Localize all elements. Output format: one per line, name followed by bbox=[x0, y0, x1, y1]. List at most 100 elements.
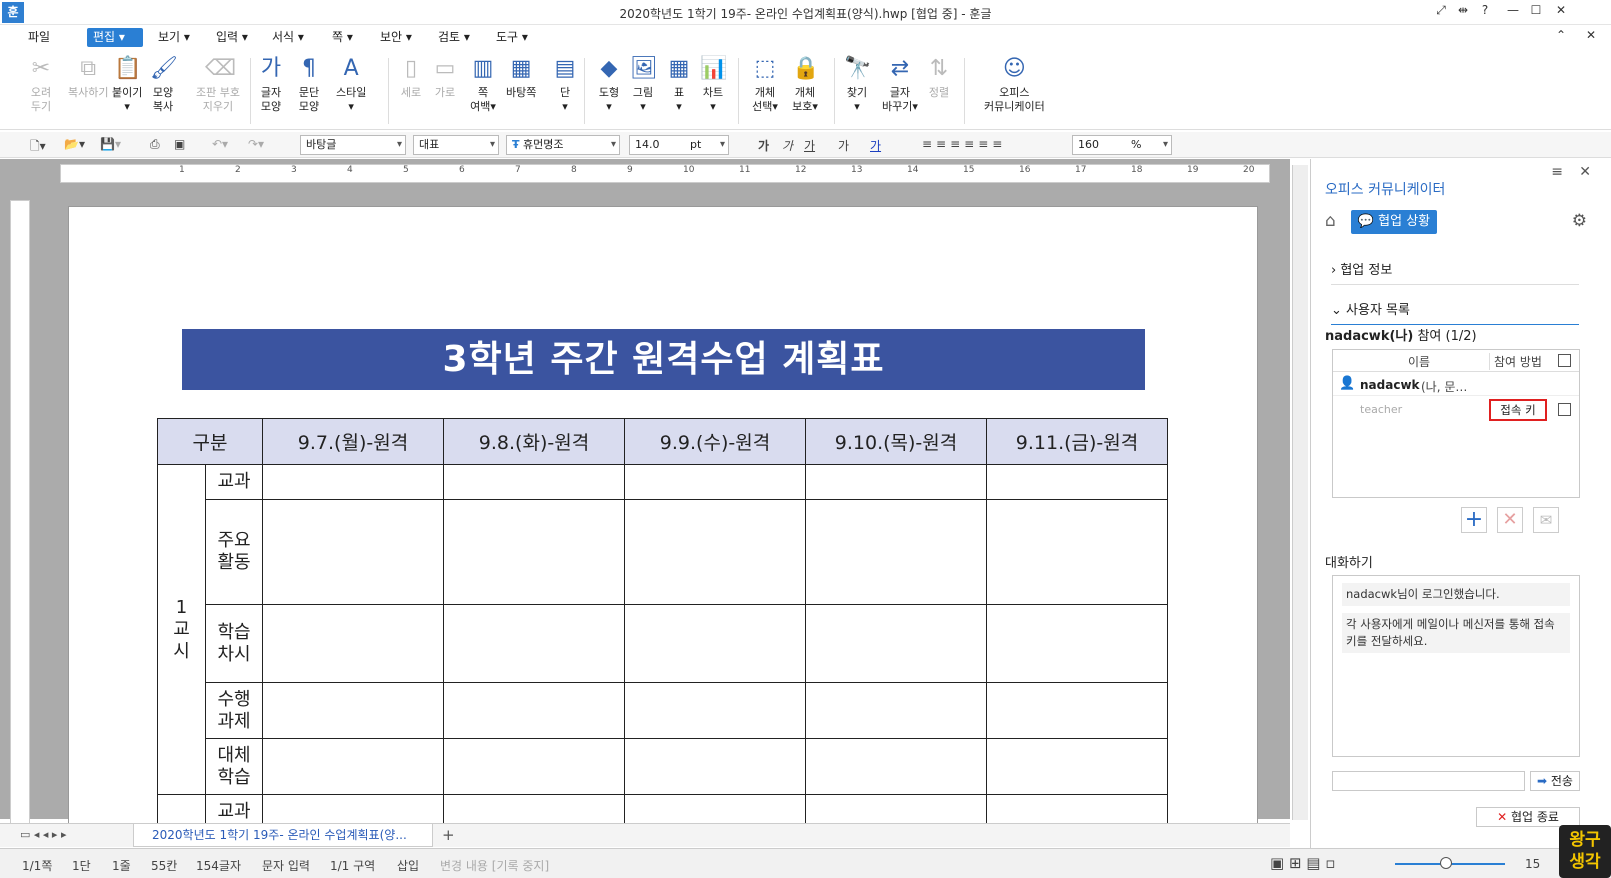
chat-log[interactable]: nadacwk님이 로그인했습니다. 각 사용자에게 메일이나 메신저를 통해 … bbox=[1332, 575, 1580, 757]
ribbon-button-horizontal-page[interactable]: ▭ 가로 bbox=[432, 56, 458, 100]
font-combo[interactable]: Ŧ 휴먼명조 bbox=[506, 135, 620, 155]
schedule-table[interactable]: 구분 9.7.(월)-원격 9.8.(화)-원격 9.9.(수)-원격 9.10… bbox=[157, 418, 1168, 830]
access-key-button[interactable]: 접속 키 bbox=[1489, 399, 1547, 421]
ribbon-button-select-object[interactable]: ⬚ 개체 선택▾ bbox=[752, 56, 778, 114]
zoom-slider-thumb[interactable] bbox=[1440, 857, 1452, 869]
menu-insert[interactable]: 입력 ▾ bbox=[210, 28, 254, 47]
ribbon-button-char-shape[interactable]: 가 글자 모양 bbox=[258, 56, 284, 114]
redo-icon[interactable]: ↷▾ bbox=[248, 137, 264, 151]
status-input-mode[interactable]: 문자 입력 bbox=[262, 857, 310, 874]
end-collab-button[interactable]: ✕ 협업 종료 bbox=[1476, 807, 1580, 827]
table-cell[interactable] bbox=[805, 604, 987, 683]
close-icon[interactable]: ✕ bbox=[1550, 3, 1572, 17]
home-icon[interactable]: ⌂ bbox=[1325, 211, 1336, 231]
table-cell[interactable] bbox=[986, 738, 1168, 795]
panel-menu-icon[interactable]: ≡ bbox=[1551, 164, 1563, 180]
chat-input[interactable] bbox=[1332, 771, 1525, 791]
preview-icon[interactable]: ▣ bbox=[174, 137, 185, 151]
table-cell[interactable] bbox=[624, 499, 806, 605]
table-cell[interactable] bbox=[443, 682, 625, 739]
ribbon-button-scissors[interactable]: ✂ 오려 두기 bbox=[28, 56, 54, 114]
view-mode-icons[interactable]: ▣ ⊞ ▤ ▫ bbox=[1270, 854, 1335, 872]
new-doc-icon[interactable]: 🗋▾ bbox=[30, 137, 46, 158]
table-cell[interactable] bbox=[986, 464, 1168, 500]
ribbon-button-picture[interactable]: 🖼 그림 ▾ bbox=[630, 56, 658, 114]
menu-security[interactable]: 보안 ▾ bbox=[374, 28, 418, 47]
fullscreen-icon[interactable]: ⤢ bbox=[1430, 3, 1452, 18]
table-cell[interactable] bbox=[443, 464, 625, 500]
list-item[interactable]: teacher 접속 키 bbox=[1333, 398, 1579, 422]
bold-icon[interactable]: 가 bbox=[758, 137, 769, 154]
section-collab-info[interactable]: › 협업 정보 bbox=[1331, 259, 1579, 285]
table-cell[interactable] bbox=[443, 738, 625, 795]
ribbon-button-sort[interactable]: ⇅ 정렬 bbox=[926, 56, 952, 100]
maximize-icon[interactable]: ☐ bbox=[1525, 3, 1547, 17]
ribbon-button-replace-char[interactable]: ⇄ 글자 바꾸기▾ bbox=[882, 56, 918, 114]
table-cell[interactable] bbox=[805, 464, 987, 500]
ribbon-button-protect-object[interactable]: 🔒 개체 보호▾ bbox=[792, 56, 819, 114]
menu-tools[interactable]: 도구 ▾ bbox=[490, 28, 534, 47]
open-icon[interactable]: 📂▾ bbox=[64, 137, 85, 151]
add-user-button[interactable]: + bbox=[1461, 507, 1487, 533]
table-cell[interactable] bbox=[262, 738, 444, 795]
table-cell[interactable] bbox=[262, 604, 444, 683]
table-cell[interactable] bbox=[986, 604, 1168, 683]
list-item[interactable]: 👤 nadacwk (나, 문… bbox=[1333, 374, 1579, 396]
table-cell[interactable] bbox=[805, 499, 987, 605]
ribbon-collapse-icon[interactable]: ⌃ bbox=[1550, 28, 1572, 42]
status-insert[interactable]: 삽입 bbox=[397, 857, 419, 874]
ribbon-button-master-page[interactable]: ▦ 바탕쪽 bbox=[506, 56, 536, 100]
add-tab-icon[interactable]: + bbox=[442, 826, 455, 844]
lang-combo[interactable]: 대표 bbox=[413, 135, 499, 155]
table-cell[interactable] bbox=[624, 464, 806, 500]
underline-icon[interactable]: 가 bbox=[804, 137, 815, 154]
ribbon-button-table[interactable]: ▦ 표 ▾ bbox=[666, 56, 692, 114]
font-color-icon[interactable]: 가 bbox=[870, 137, 881, 154]
remove-user-button[interactable]: ✕ bbox=[1497, 507, 1523, 533]
menu-format[interactable]: 서식 ▾ bbox=[266, 28, 310, 47]
select-all-checkbox[interactable] bbox=[1558, 354, 1571, 367]
send-button[interactable]: ➡ 전송 bbox=[1530, 771, 1580, 791]
menu-review[interactable]: 검토 ▾ bbox=[432, 28, 476, 47]
align-icons[interactable]: ≡≡≡≡≡≡ bbox=[922, 137, 1006, 151]
table-cell[interactable] bbox=[262, 499, 444, 605]
table-cell[interactable] bbox=[624, 682, 806, 739]
style-combo[interactable]: 바탕글 bbox=[300, 135, 406, 155]
document-page[interactable]: 3학년 주간 원격수업 계획표 구분 9.7.(월)-원격 9.8.(화)-원격… bbox=[68, 206, 1258, 830]
table-cell[interactable] bbox=[262, 682, 444, 739]
user-checkbox[interactable] bbox=[1558, 403, 1571, 416]
ribbon-button-vertical-page[interactable]: ▯ 세로 bbox=[398, 56, 424, 100]
vertical-ruler[interactable] bbox=[10, 200, 30, 840]
ribbon-button-copy[interactable]: ⧉ 복사하기 bbox=[68, 56, 108, 100]
table-cell[interactable] bbox=[986, 499, 1168, 605]
ribbon-button-para-shape[interactable]: ¶ 문단 모양 bbox=[296, 56, 322, 114]
strikethrough-icon[interactable]: 가 bbox=[838, 137, 849, 154]
table-cell[interactable] bbox=[986, 682, 1168, 739]
print-icon[interactable]: ⎙ bbox=[150, 137, 160, 152]
table-cell[interactable] bbox=[262, 464, 444, 500]
table-cell[interactable] bbox=[443, 604, 625, 683]
menu-file[interactable]: 파일 bbox=[22, 28, 56, 47]
section-user-list[interactable]: ⌄ 사용자 목록 bbox=[1331, 299, 1579, 325]
save-icon[interactable]: 💾▾ bbox=[100, 137, 121, 151]
table-cell[interactable] bbox=[624, 604, 806, 683]
ribbon-button-find[interactable]: 🔭 찾기 ▾ bbox=[844, 56, 871, 114]
ribbon-button-margin[interactable]: ▥ 쪽 여백▾ bbox=[470, 56, 496, 114]
italic-icon[interactable]: 가 bbox=[782, 137, 793, 154]
table-cell[interactable] bbox=[443, 499, 625, 605]
help-icon[interactable]: ? bbox=[1474, 3, 1496, 17]
doc-close-icon[interactable]: ✕ bbox=[1580, 28, 1602, 42]
collab-status-button[interactable]: 💬 협업 상황 bbox=[1351, 210, 1437, 234]
status-track-changes[interactable]: 변경 내용 [기록 중지] bbox=[440, 857, 549, 874]
mail-icon[interactable]: ✉ bbox=[1533, 507, 1559, 533]
document-tab[interactable]: 2020학년도 1학기 19주- 온라인 수업계획표(양... bbox=[133, 824, 433, 847]
table-cell[interactable] bbox=[624, 738, 806, 795]
undo-icon[interactable]: ↶▾ bbox=[212, 137, 228, 151]
ribbon-button-clear-marks[interactable]: ⌫ 조판 부호 지우기 bbox=[196, 56, 240, 114]
tab-nav-icons[interactable]: ▭ ◂ ◂ ▸ ▸ bbox=[20, 828, 66, 841]
settings-gear-icon[interactable]: ⚙ bbox=[1572, 211, 1587, 231]
menu-edit[interactable]: 편집 ▾ bbox=[87, 28, 143, 47]
size-combo[interactable]: 14.0 pt bbox=[629, 135, 729, 155]
ribbon-button-style[interactable]: A 스타일 ▾ bbox=[336, 56, 366, 114]
table-cell[interactable] bbox=[805, 738, 987, 795]
